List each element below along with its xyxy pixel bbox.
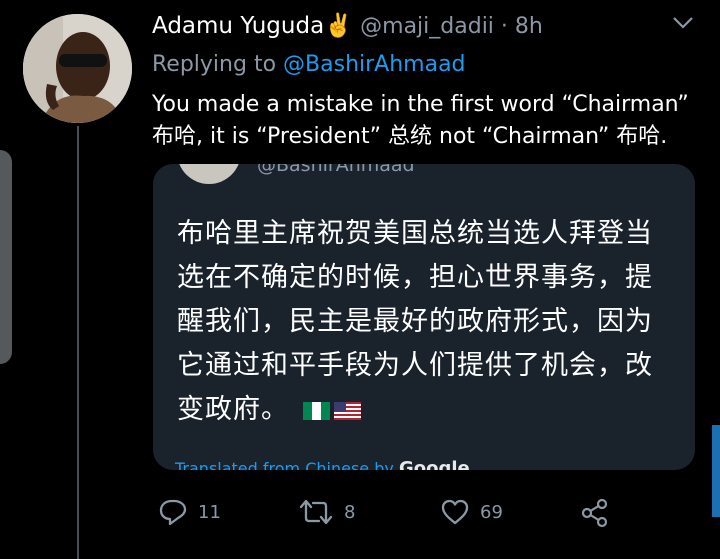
reply-button[interactable]: 11 bbox=[158, 498, 221, 526]
chevron-down-icon[interactable] bbox=[672, 16, 694, 30]
quoted-tweet-text: 布哈里主席祝贺美国总统当选人拜登当选在不确定的时候，担心世界事务，提醒我们，民主… bbox=[177, 212, 677, 432]
retweet-button[interactable]: 8 bbox=[298, 498, 355, 526]
replying-handle-link[interactable]: @BashirAhmaad bbox=[283, 52, 466, 77]
like-count: 69 bbox=[480, 501, 503, 523]
meta-separator: · bbox=[493, 14, 515, 39]
us-flag-icon bbox=[333, 402, 361, 420]
tweet-text-line-1: You made a mistake in the first word “Ch… bbox=[152, 92, 689, 117]
share-icon bbox=[581, 498, 608, 528]
tweet-body: You made a mistake in the first word “Ch… bbox=[152, 89, 707, 153]
quoted-tweet-card[interactable]: @BashirAhmaad 布哈里主席祝贺美国总统当选人拜登当选在不确定的时候，… bbox=[153, 164, 695, 470]
victory-hand-emoji: ✌️ bbox=[324, 13, 353, 39]
tweet-header: Adamu Yuguda✌️ @maji_dadii · 8h bbox=[152, 12, 543, 39]
thread-connector-line bbox=[77, 126, 79, 559]
retweet-icon bbox=[299, 499, 333, 525]
replying-to-line: Replying to @BashirAhmaad bbox=[152, 52, 466, 77]
adjacent-card-edge bbox=[0, 150, 12, 364]
reply-count: 11 bbox=[198, 501, 221, 523]
author-avatar[interactable] bbox=[23, 14, 132, 123]
translation-attribution[interactable]: Translated from Chinese by Google bbox=[175, 458, 470, 470]
tweet-text-line-2: 布哈, it is “President” 总统 not “Chairman” … bbox=[152, 124, 668, 149]
avatar-photo bbox=[23, 14, 132, 123]
author-handle[interactable]: @maji_dadii bbox=[360, 14, 494, 39]
retweet-count: 8 bbox=[344, 501, 356, 523]
google-brand: Google bbox=[398, 458, 470, 470]
tweet-timestamp[interactable]: 8h bbox=[515, 14, 543, 39]
author-name[interactable]: Adamu Yuguda bbox=[152, 13, 324, 39]
replying-prefix: Replying to bbox=[152, 52, 284, 77]
quoted-author-handle: @BashirAhmaad bbox=[257, 164, 415, 176]
heart-icon bbox=[441, 499, 469, 525]
reply-icon bbox=[159, 499, 187, 526]
tweet-actions-bar: 11 8 69 bbox=[0, 498, 720, 528]
like-button[interactable]: 69 bbox=[440, 498, 503, 526]
share-button[interactable] bbox=[580, 498, 610, 528]
quoted-text-body: 布哈里主席祝贺美国总统当选人拜登当选在不确定的时候，担心世界事务，提醒我们，民主… bbox=[177, 218, 653, 425]
quoted-author-avatar bbox=[177, 164, 241, 184]
translated-label: Translated from Chinese by bbox=[175, 459, 394, 470]
nigeria-flag-icon bbox=[302, 402, 330, 420]
